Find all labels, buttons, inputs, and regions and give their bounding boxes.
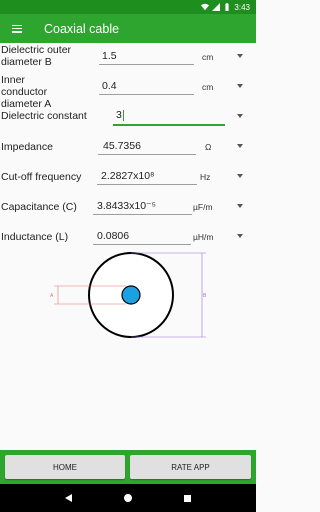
inner-conductor-input[interactable]: 0.4 [102,80,117,92]
cutoff-frequency-unit-dropdown-icon[interactable] [237,174,243,178]
dielectric-constant-underline [113,124,225,126]
dielectric-constant-label: Dielectric constant [1,110,87,122]
dielectric-constant-value: 3 [116,109,122,121]
capacitance-unit-dropdown-icon[interactable] [237,204,243,208]
signal-icon [212,3,221,11]
inner-conductor-circle [121,285,141,305]
dielectric-outer-unit: cm [202,52,214,62]
impedance-label: Impedance [1,141,53,153]
impedance-underline [98,154,196,155]
inductance-unit: µH/m [193,232,214,242]
cutoff-frequency-output: 2.2827x10⁸ [101,170,155,182]
dimension-b-label: B [203,293,207,299]
inner-conductor-underline [99,94,194,95]
impedance-unit-dropdown-icon[interactable] [237,144,243,148]
impedance-output: 45.7356 [103,140,141,152]
dielectric-outer-label: Dielectric outer diameter B [1,44,72,68]
cutoff-frequency-unit: Hz [200,172,211,182]
status-bar: 3:43 [0,0,256,14]
system-navigation-bar [0,484,256,512]
row-inner-conductor: Inner conductor diameter A 0.4 cm [0,73,256,110]
text-caret [122,109,124,121]
wifi-icon [201,3,210,11]
dielectric-outer-unit-dropdown-icon[interactable] [237,54,243,58]
dielectric-outer-input[interactable]: 1.5 [102,50,117,62]
recent-apps-icon[interactable] [184,494,191,502]
back-icon[interactable] [65,494,72,502]
dielectric-constant-input[interactable]: 3 [116,109,124,121]
home-button[interactable]: HOME [5,455,125,479]
cutoff-frequency-label: Cut-off frequency [1,171,82,183]
inductance-underline [93,244,191,245]
capacitance-output: 3.8433x10⁻⁵ [97,200,156,212]
capacitance-underline [93,214,192,215]
impedance-unit: Ω [205,142,212,152]
row-cutoff-frequency: Cut-off frequency 2.2827x10⁸ Hz [0,163,256,193]
status-time: 3:43 [234,2,250,12]
home-nav-icon[interactable] [124,494,132,502]
dielectric-outer-underline [99,64,194,65]
capacitance-label: Capacitance (C) [1,201,77,213]
row-capacitance: Capacitance (C) 3.8433x10⁻⁵ µF/m [0,193,256,223]
inductance-unit-dropdown-icon[interactable] [237,234,243,238]
inductance-label: Inductance (L) [1,231,69,243]
dielectric-constant-dropdown-icon[interactable] [237,114,243,118]
app-title: Coaxial cable [44,21,120,36]
cutoff-frequency-underline [97,184,197,185]
inductance-output: 0.0806 [97,230,130,242]
battery-icon [225,3,230,11]
capacitance-unit: µF/m [193,202,213,212]
dimension-a-label: A [50,293,54,299]
row-dielectric-constant: Dielectric constant 3 [0,103,256,133]
row-dielectric-outer: Dielectric outer diameter B 1.5 cm [0,43,256,73]
coaxial-cross-section-diagram: A B [50,252,207,338]
row-impedance: Impedance 45.7356 Ω [0,133,256,163]
rate-app-button[interactable]: RATE APP [130,455,251,479]
inner-conductor-unit-dropdown-icon[interactable] [237,84,243,88]
inner-conductor-unit: cm [202,82,214,92]
menu-icon[interactable] [12,24,22,33]
app-bar: Coaxial cable [0,14,256,43]
